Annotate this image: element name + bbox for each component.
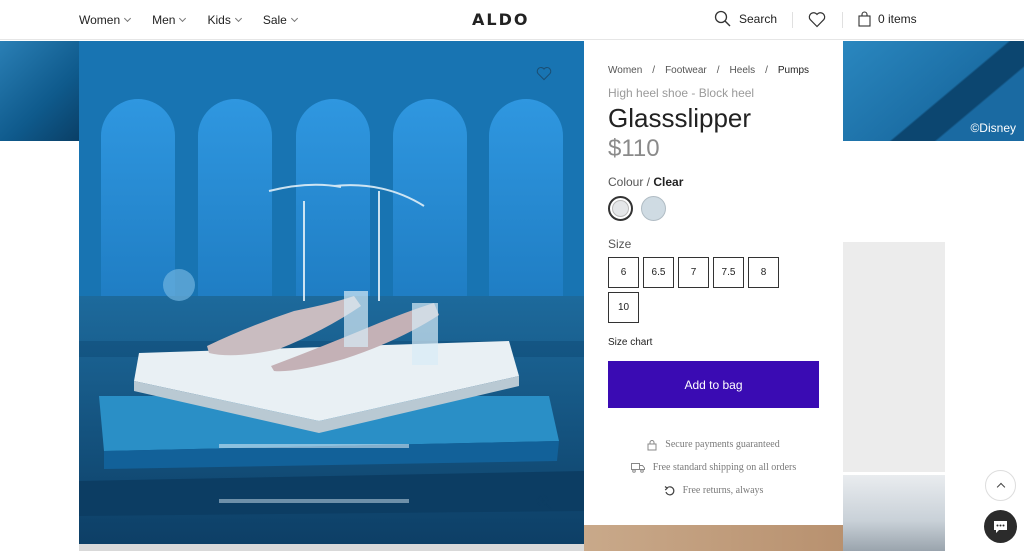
- breadcrumb-separator: /: [765, 65, 768, 76]
- colour-swatch-clear[interactable]: [608, 196, 633, 221]
- chat-icon: [994, 520, 1007, 533]
- return-icon: [664, 486, 675, 496]
- breadcrumb-women[interactable]: Women: [608, 65, 642, 76]
- size-chart-link[interactable]: Size chart: [608, 337, 652, 348]
- swatch-fill: [612, 200, 629, 217]
- product-hero-image[interactable]: [79, 41, 584, 544]
- nav-label: Women: [79, 13, 121, 27]
- lock-icon: [647, 439, 657, 450]
- divider: [792, 12, 793, 28]
- hero-illustration: [79, 41, 584, 544]
- gallery-image-gray[interactable]: [843, 242, 945, 472]
- nav-label: Sale: [262, 13, 287, 27]
- size-option[interactable]: 7.5: [713, 257, 744, 288]
- chevron-down-icon: [290, 14, 298, 23]
- nav-label: Kids: [207, 13, 231, 27]
- perks-list: Secure payments guaranteed Free standard…: [584, 433, 843, 502]
- chevron-down-icon: [124, 14, 132, 23]
- main-nav: Women Men Kids Sale: [79, 0, 298, 40]
- search-icon: [714, 10, 731, 27]
- breadcrumb-separator: /: [716, 65, 720, 76]
- nav-sale[interactable]: Sale: [262, 13, 298, 27]
- heart-icon: [536, 67, 552, 81]
- nav-kids[interactable]: Kids: [207, 13, 242, 27]
- image-wishlist-button[interactable]: [536, 66, 552, 81]
- breadcrumb-separator: /: [652, 65, 656, 76]
- nav-men[interactable]: Men: [152, 13, 187, 27]
- image-watermark: ©Disney: [970, 121, 1016, 135]
- size-option[interactable]: 8: [748, 257, 779, 288]
- search-button[interactable]: Search: [714, 10, 777, 27]
- perk-text: Free returns, always: [682, 485, 764, 496]
- gallery-image-detail[interactable]: [843, 475, 945, 551]
- chevron-up-icon: [996, 482, 1005, 492]
- gallery-image-bottom[interactable]: [584, 525, 843, 551]
- breadcrumb: Women / Footwear / Heels / Pumps: [608, 65, 809, 76]
- add-to-bag-button[interactable]: Add to bag: [608, 361, 819, 408]
- product-price: $110: [608, 135, 660, 162]
- product-title: Glassslipper: [608, 103, 752, 133]
- perk-text: Free standard shipping on all orders: [652, 462, 797, 473]
- size-option[interactable]: 10: [608, 292, 639, 323]
- gallery-image-strip: [79, 544, 584, 551]
- zoom-button[interactable]: [536, 494, 552, 510]
- divider: [842, 12, 843, 28]
- colour-label-text: Colour /: [608, 175, 651, 189]
- wishlist-button[interactable]: [808, 11, 826, 33]
- product-subtitle: High heel shoe - Block heel: [608, 86, 755, 100]
- chat-button[interactable]: [984, 510, 1017, 543]
- site-header: Women Men Kids Sale ALDO Search 0 items: [0, 0, 1024, 40]
- colour-swatch-light-blue[interactable]: [641, 196, 666, 221]
- colour-value: Clear: [653, 175, 684, 189]
- size-option[interactable]: 7: [678, 257, 709, 288]
- brand-logo[interactable]: ALDO: [472, 10, 529, 29]
- search-label: Search: [739, 11, 778, 26]
- perk-item: Free standard shipping on all orders: [584, 456, 843, 479]
- size-option[interactable]: 6.5: [643, 257, 674, 288]
- scroll-to-top-button[interactable]: [985, 470, 1016, 501]
- chevron-down-icon: [234, 14, 242, 23]
- colour-swatches: [608, 196, 666, 221]
- colour-label: Colour / Clear: [608, 175, 683, 189]
- perk-item: Secure payments guaranteed: [584, 433, 843, 456]
- heart-icon: [808, 12, 826, 28]
- perk-item: Free returns, always: [584, 479, 843, 502]
- size-options: 6 6.5 7 7.5 8 10: [608, 257, 788, 323]
- gallery-image-prev[interactable]: [0, 41, 79, 141]
- product-panel: Women / Footwear / Heels / Pumps High he…: [584, 41, 843, 525]
- breadcrumb-pumps[interactable]: Pumps: [778, 65, 809, 76]
- size-option[interactable]: 6: [608, 257, 639, 288]
- bag-icon: [858, 11, 871, 27]
- nav-label: Men: [152, 13, 176, 27]
- nav-women[interactable]: Women: [79, 13, 132, 27]
- chevron-down-icon: [179, 14, 187, 23]
- perk-text: Secure payments guaranteed: [665, 439, 780, 450]
- gallery-image-next[interactable]: ©Disney: [843, 41, 1024, 141]
- size-label: Size: [608, 237, 632, 251]
- breadcrumb-heels[interactable]: Heels: [730, 65, 756, 76]
- cart-count: 0 items: [878, 12, 917, 26]
- truck-icon: [630, 463, 645, 473]
- cart-button[interactable]: 0 items: [858, 11, 917, 27]
- zoom-icon: [536, 494, 552, 510]
- breadcrumb-footwear[interactable]: Footwear: [665, 65, 707, 76]
